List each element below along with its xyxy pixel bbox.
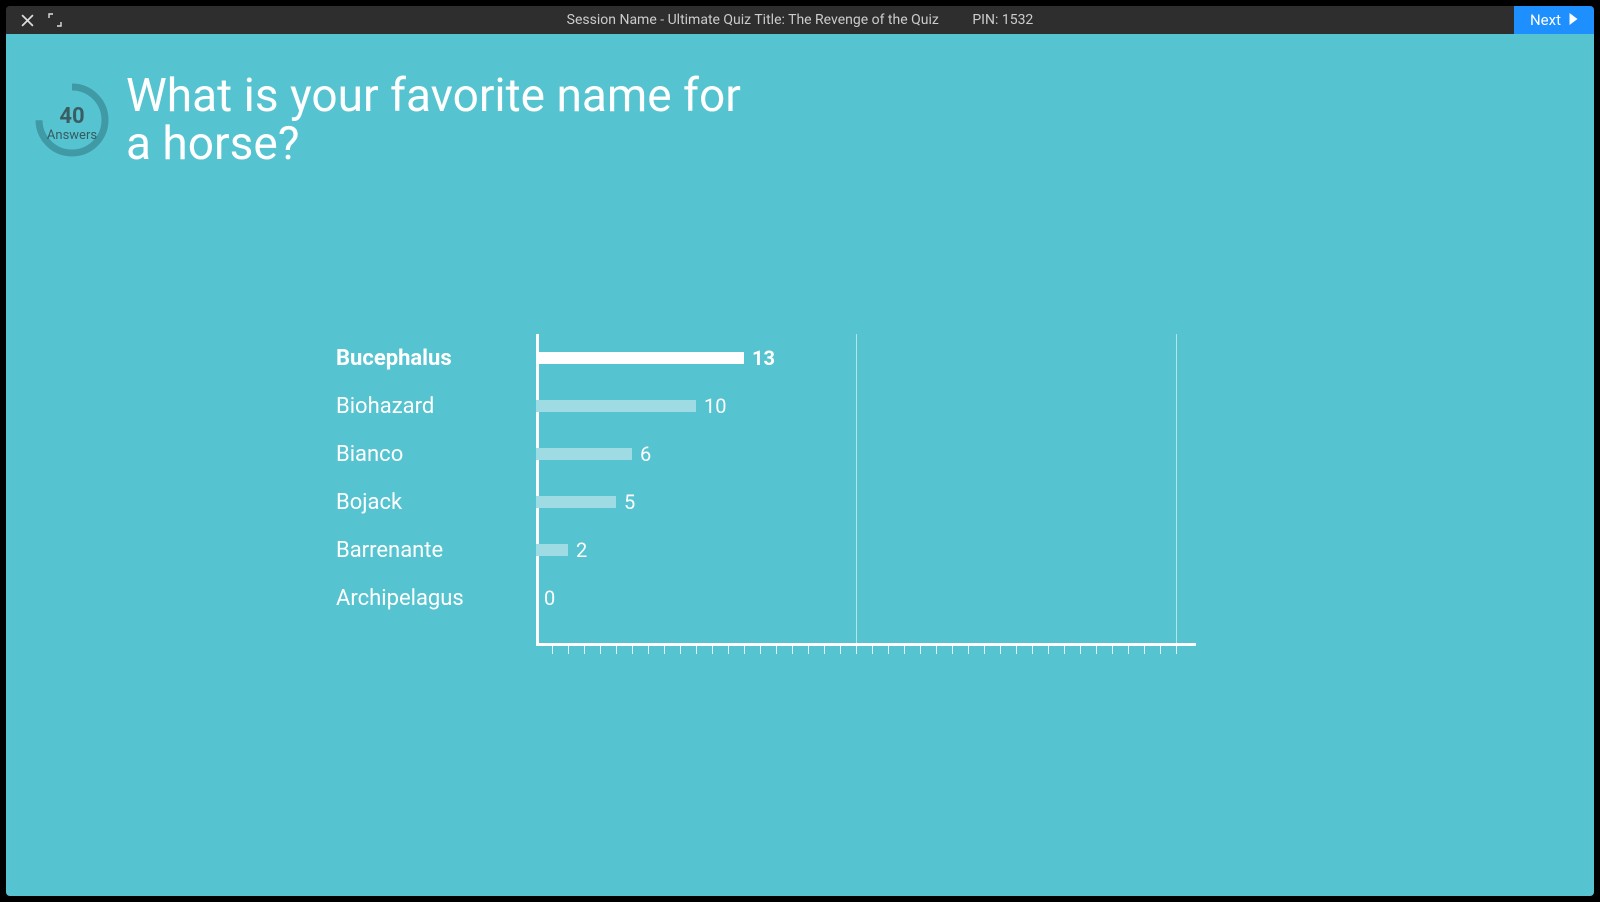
- chart-bar: [536, 544, 568, 556]
- chart-category-label: Barrenante: [336, 538, 536, 563]
- chart-value-label: 5: [624, 490, 635, 514]
- chart-bar: [536, 352, 744, 364]
- axis-tick: [728, 646, 729, 654]
- axis-tick: [600, 646, 601, 654]
- chart-row: Archipelagus 0: [336, 574, 1236, 622]
- chart-bar-cell: 0: [536, 574, 1196, 622]
- axis-tick: [888, 646, 889, 654]
- titlebar-title: Session Name - Ultimate Quiz Title: The …: [6, 12, 1594, 28]
- chart-row: Barrenante 2: [336, 526, 1236, 574]
- chart-category-label: Bojack: [336, 490, 536, 515]
- chart-category-label: Archipelagus: [336, 586, 536, 611]
- axis-tick: [808, 646, 809, 654]
- results-chart: Bucephalus 13 Biohazard 10 Bianco 6 Bojack 5 Bar…: [336, 334, 1236, 622]
- pin-label: PIN:: [972, 12, 998, 28]
- chart-value-label: 2: [576, 538, 587, 562]
- chart-bar: [536, 400, 696, 412]
- next-button[interactable]: Next: [1514, 6, 1594, 34]
- chart-bar-cell: 5: [536, 478, 1196, 526]
- chart-value-label: 6: [640, 442, 651, 466]
- content-area: 40 Answers What is your favorite name fo…: [6, 34, 1594, 896]
- axis-tick: [1176, 646, 1177, 654]
- axis-tick: [712, 646, 713, 654]
- axis-tick: [696, 646, 697, 654]
- answers-counter: 40 Answers: [34, 82, 110, 158]
- chevron-right-icon: [1569, 11, 1578, 29]
- chart-category-label: Bucephalus: [336, 346, 536, 371]
- chart-bar-cell: 10: [536, 382, 1196, 430]
- axis-tick: [1048, 646, 1049, 654]
- axis-tick: [1016, 646, 1017, 654]
- axis-tick: [616, 646, 617, 654]
- chart-value-label: 10: [704, 394, 726, 418]
- chart-row: Bucephalus 13: [336, 334, 1236, 382]
- axis-tick: [664, 646, 665, 654]
- axis-tick: [760, 646, 761, 654]
- axis-tick: [824, 646, 825, 654]
- chart-row: Biohazard 10: [336, 382, 1236, 430]
- chart-value-label: 0: [544, 586, 555, 610]
- pin-value: 1532: [1002, 12, 1033, 28]
- answers-label: Answers: [34, 128, 110, 143]
- axis-tick: [1080, 646, 1081, 654]
- axis-tick: [792, 646, 793, 654]
- axis-tick: [984, 646, 985, 654]
- chart-bar: [536, 448, 632, 460]
- axis-tick: [952, 646, 953, 654]
- question-text: What is your favorite name for a horse?: [126, 72, 746, 169]
- axis-tick: [680, 646, 681, 654]
- title-separator: -: [660, 12, 667, 28]
- quiz-title: Ultimate Quiz Title: The Revenge of the …: [668, 12, 939, 28]
- chart-bar-cell: 13: [536, 334, 1196, 382]
- chart-category-label: Biohazard: [336, 394, 536, 419]
- axis-tick: [1032, 646, 1033, 654]
- titlebar: Session Name - Ultimate Quiz Title: The …: [6, 6, 1594, 34]
- axis-tick: [584, 646, 585, 654]
- axis-tick: [856, 646, 857, 654]
- axis-tick: [1112, 646, 1113, 654]
- axis-tick: [776, 646, 777, 654]
- axis-tick: [904, 646, 905, 654]
- axis-tick: [1144, 646, 1145, 654]
- axis-tick: [872, 646, 873, 654]
- chart-rows: Bucephalus 13 Biohazard 10 Bianco 6 Bojack 5 Bar…: [336, 334, 1236, 622]
- close-icon[interactable]: [20, 13, 34, 27]
- axis-tick: [840, 646, 841, 654]
- chart-bar: [536, 496, 616, 508]
- axis-tick: [648, 646, 649, 654]
- axis-tick: [744, 646, 745, 654]
- chart-category-label: Bianco: [336, 442, 536, 467]
- session-name: Session Name: [567, 12, 657, 28]
- axis-tick: [1160, 646, 1161, 654]
- axis-tick: [1096, 646, 1097, 654]
- axis-tick: [1064, 646, 1065, 654]
- chart-bar-cell: 6: [536, 430, 1196, 478]
- next-button-label: Next: [1530, 11, 1561, 29]
- chart-bar-cell: 2: [536, 526, 1196, 574]
- expand-icon[interactable]: [48, 13, 62, 27]
- axis-x: [536, 643, 1196, 646]
- chart-row: Bianco 6: [336, 430, 1236, 478]
- axis-tick: [968, 646, 969, 654]
- axis-tick: [920, 646, 921, 654]
- axis-tick: [632, 646, 633, 654]
- chart-value-label: 13: [752, 346, 775, 370]
- axis-tick: [1128, 646, 1129, 654]
- axis-tick: [936, 646, 937, 654]
- chart-row: Bojack 5: [336, 478, 1236, 526]
- titlebar-left: [6, 13, 62, 27]
- answers-count: 40: [34, 104, 110, 129]
- axis-tick: [1000, 646, 1001, 654]
- axis-tick: [552, 646, 553, 654]
- axis-tick: [568, 646, 569, 654]
- app-window: Session Name - Ultimate Quiz Title: The …: [6, 6, 1594, 896]
